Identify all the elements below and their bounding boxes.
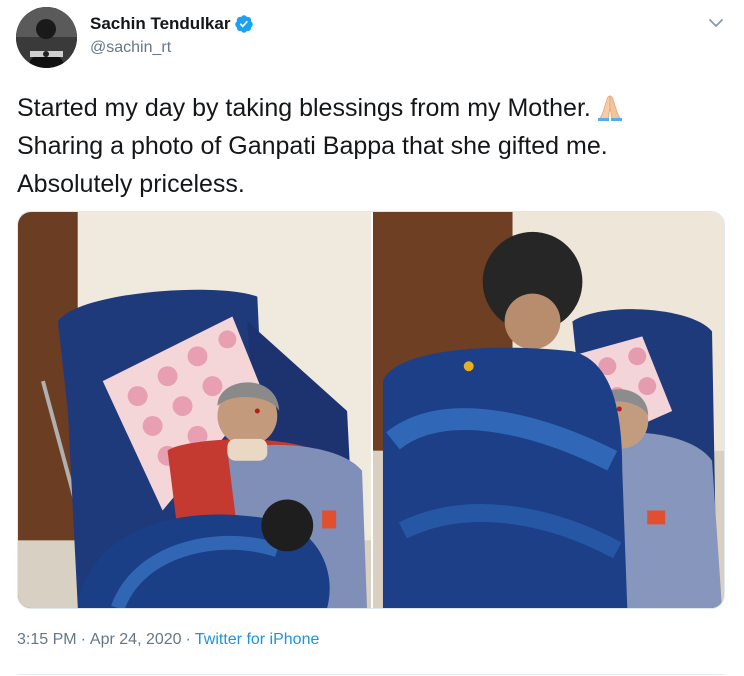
avatar-image: [16, 7, 77, 68]
tweet-time[interactable]: 3:15 PM: [17, 631, 77, 648]
author-handle[interactable]: @sachin_rt: [90, 39, 171, 57]
photo-1[interactable]: [18, 212, 371, 608]
tweet-source-link[interactable]: Twitter for iPhone: [195, 631, 320, 648]
chevron-down-icon[interactable]: [707, 14, 725, 32]
tweet-meta: 3:15 PM · Apr 24, 2020 · Twitter for iPhone: [17, 631, 319, 649]
author-name-row[interactable]: Sachin Tendulkar: [90, 14, 254, 34]
tweet-text-line-1: Started my day by taking blessings from …: [17, 94, 591, 122]
meta-separator: ·: [80, 631, 86, 648]
divider: [17, 674, 725, 675]
folded-hands-icon: [595, 92, 625, 122]
tweet-date[interactable]: Apr 24, 2020: [90, 631, 182, 648]
tweet-text-line-3: Absolutely priceless.: [17, 170, 245, 198]
tweet-text-line: Started my day by taking blessings from …: [17, 89, 732, 127]
meta-separator-2: ·: [185, 631, 191, 648]
tweet-text: Started my day by taking blessings from …: [17, 89, 732, 203]
photo-2[interactable]: [373, 212, 724, 608]
tweet-text-line-2: Sharing a photo of Ganpati Bappa that sh…: [17, 132, 608, 160]
media-grid: [17, 211, 725, 609]
avatar[interactable]: [16, 7, 77, 68]
author-display-name[interactable]: Sachin Tendulkar: [90, 14, 230, 34]
tweet: Sachin Tendulkar @sachin_rt Started my d…: [0, 0, 744, 676]
verified-badge-icon: [234, 14, 254, 34]
